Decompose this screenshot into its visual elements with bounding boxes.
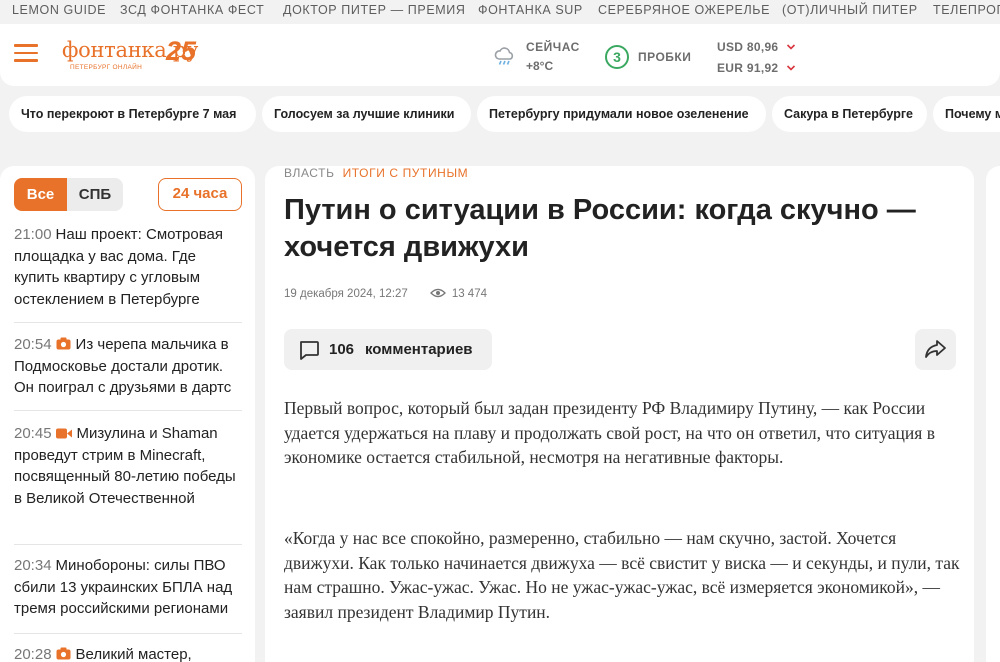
article-paragraph: Первый вопрос, который был задан президе… — [284, 398, 935, 467]
site-header: фонтанка.ру 25 ПЕТЕРБУРГ ОНЛАЙН СЕЙЧАС +… — [0, 24, 1000, 86]
news-time: 20:45 — [14, 425, 52, 442]
news-item[interactable]: 20:54 Из черепа мальчика в Подмосковье до… — [14, 334, 244, 399]
top-nav-item[interactable]: ЗСД ФОНТАНКА ФЕСТ — [120, 3, 264, 17]
trending-chip[interactable]: Петербургу придумали новое озеленение — [477, 96, 766, 132]
right-column-card — [986, 166, 1000, 662]
chevron-down-icon — [786, 44, 796, 50]
divider — [14, 544, 242, 545]
divider — [14, 410, 242, 411]
article-title: Путин о ситуации в России: когда скучно … — [284, 194, 916, 263]
news-time: 20:54 — [14, 336, 52, 353]
comments-button[interactable]: 106 комментариев — [284, 329, 492, 370]
comments-count: 106 — [329, 341, 355, 358]
article-date: 19 декабря 2024, 12:27 — [284, 288, 408, 300]
article: ВЛАСТЬ ИТОГИ С ПУТИНЫМ Путин о ситуации в… — [265, 166, 974, 662]
weather-temperature: +8°C — [526, 59, 554, 73]
comment-icon — [300, 341, 319, 360]
tab-24-hours[interactable]: 24 часа — [158, 178, 242, 211]
tab-all[interactable]: Все — [14, 178, 67, 211]
traffic-score-badge[interactable]: 3 — [605, 45, 629, 69]
trending-chips: Что перекроют в Петербурге 7 мая Голосуе… — [0, 96, 1000, 134]
news-item[interactable]: 21:00 Наш проект: Смотровая площадка у ва… — [14, 224, 244, 310]
news-time: 20:28 — [14, 646, 52, 662]
eur-rate: EUR 91,92 — [717, 61, 779, 75]
currency-usd[interactable]: USD 80,96 — [717, 40, 796, 54]
menu-icon[interactable] — [14, 44, 38, 64]
article-views: 13 474 — [451, 288, 487, 300]
logo-subtitle: ПЕТЕРБУРГ ОНЛАЙН — [70, 64, 143, 71]
article-paragraph: «Когда у нас все спокойно, размеренно, с… — [284, 528, 960, 622]
comments-label: комментариев — [365, 341, 473, 358]
camera-icon — [56, 647, 71, 660]
currency-eur[interactable]: EUR 91,92 — [717, 61, 796, 75]
top-nav-item[interactable]: СЕРЕБРЯНОЕ ОЖЕРЕЛЬЕ — [598, 3, 770, 17]
news-item[interactable]: 20:45 Мизулина и Shaman проведут стрим в … — [14, 423, 244, 509]
article-meta: 19 декабря 2024, 12:27 13 474 — [284, 288, 487, 300]
eye-icon — [429, 288, 446, 298]
rubric-link[interactable]: ВЛАСТЬ — [284, 166, 335, 180]
cloud-rain-icon — [494, 47, 514, 65]
top-nav-item[interactable]: LEMON GUIDE — [12, 3, 106, 17]
trending-chip[interactable]: Голосуем за лучшие клиники — [262, 96, 471, 132]
news-headline: Великий мастер, — [75, 646, 192, 662]
usd-rate: USD 80,96 — [717, 40, 779, 54]
top-nav: LEMON GUIDE ЗСД ФОНТАНКА ФЕСТ ДОКТОР ПИТ… — [0, 0, 1000, 22]
top-nav-item[interactable]: ТЕЛЕПРОГ — [933, 3, 1000, 17]
share-icon — [925, 340, 946, 358]
news-time: 20:34 — [14, 557, 52, 574]
news-feed-sidebar: Все СПБ 24 часа 21:00 Наш проект: Смотров… — [0, 166, 255, 662]
news-item[interactable]: 20:34 Минобороны: силы ПВО сбили 13 украи… — [14, 555, 244, 620]
news-time: 21:00 — [14, 226, 52, 243]
tab-spb[interactable]: СПБ — [67, 178, 123, 211]
trending-chip[interactable]: Почему м — [933, 96, 1000, 132]
top-nav-item[interactable]: ФОНТАНКА SUP — [478, 3, 583, 17]
video-icon — [55, 428, 72, 439]
top-nav-item[interactable]: ДОКТОР ПИТЕР — ПРЕМИЯ — [283, 3, 466, 17]
divider — [14, 322, 242, 323]
traffic-label[interactable]: ПРОБКИ — [638, 50, 691, 64]
camera-icon — [56, 337, 71, 350]
trending-chip[interactable]: Что перекроют в Петербурге 7 мая — [9, 96, 256, 132]
logo-anniversary: 25 — [166, 36, 197, 66]
weather-label: СЕЙЧАС — [526, 40, 580, 54]
trending-chip[interactable]: Сакура в Петербурге — [772, 96, 927, 132]
share-button[interactable] — [915, 329, 956, 370]
divider — [14, 633, 242, 634]
article-rubrics: ВЛАСТЬ ИТОГИ С ПУТИНЫМ — [284, 166, 468, 180]
news-item[interactable]: 20:28 Великий мастер, — [14, 644, 244, 662]
top-nav-item[interactable]: (ОТ)ЛИЧНЫЙ ПИТЕР — [782, 3, 918, 17]
chevron-down-icon — [786, 65, 796, 71]
tag-link[interactable]: ИТОГИ С ПУТИНЫМ — [343, 166, 469, 180]
